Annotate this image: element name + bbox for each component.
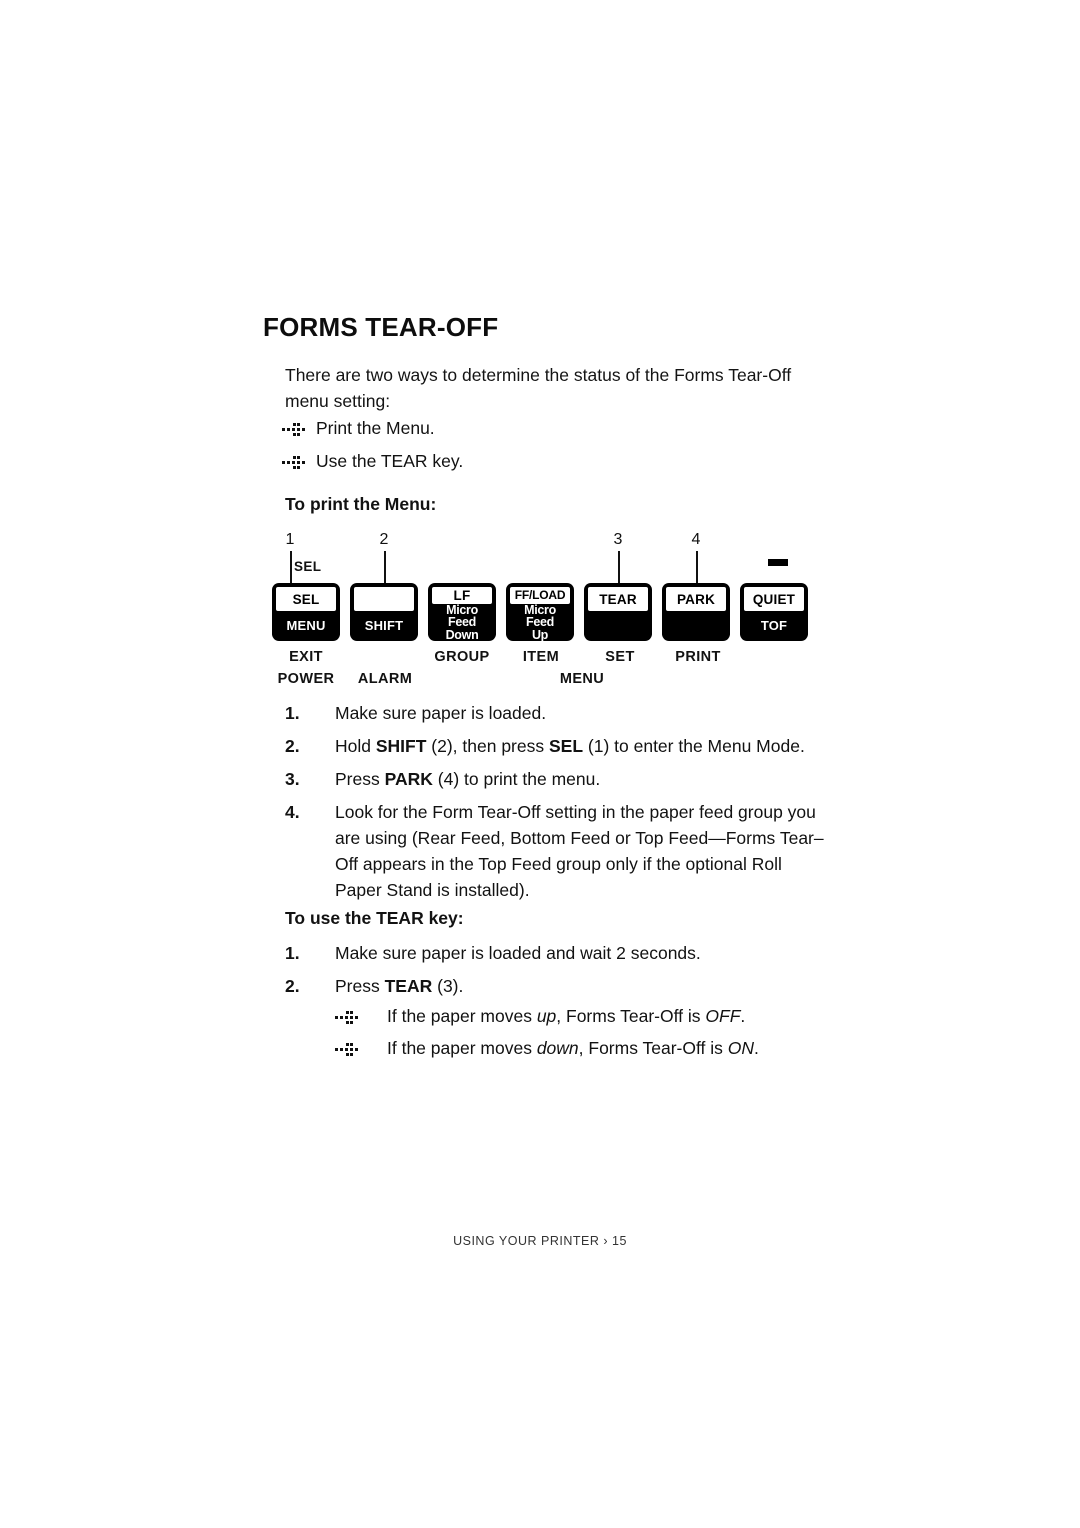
arrow-bullet-icon [335,1004,387,1024]
list-item: If the paper moves up, Forms Tear-Off is… [335,1004,745,1028]
list-item: 3. Press PARK (4) to print the menu. [285,766,830,792]
panel-labels-row-2: POWER ALARM MENU [272,671,817,691]
list-item-number: 4. [285,802,300,822]
tof-indicator-led [768,559,788,566]
list-item-number: 2. [285,976,300,996]
list-item-number: 3. [285,769,300,789]
list-item: 4. Look for the Form Tear-Off setting in… [285,799,830,903]
panel-button-primary-label: SEL [276,587,336,611]
panel-labels-row-1: EXIT GROUP ITEM SET PRINT [272,649,817,669]
subheading-print-menu: To print the Menu: [285,494,437,514]
list-item-text: Press PARK (4) to print the menu. [335,769,601,789]
callout-number: 3 [613,531,623,548]
panel-button[interactable]: FF/LOAD Micro Feed Up [506,583,574,641]
panel-function-label: ITEM [522,649,560,665]
callout-number: 4 [691,531,701,548]
panel-function-label: ALARM [357,671,413,687]
arrow-bullet-icon [282,449,316,469]
page-title: FORMS TEAR-OFF [263,312,499,342]
callout-number: 1 [285,531,295,548]
list-item-text: Look for the Form Tear-Off setting in th… [335,802,824,900]
arrow-bullet-icon [335,1036,387,1056]
list-item: Use the TEAR key. [282,449,463,473]
panel-button[interactable]: QUIET TOF [740,583,808,641]
callout-number: 2 [379,531,389,548]
list-item-number: 2. [285,736,300,756]
list-item-number: 1. [285,943,300,963]
button-row: SEL MENU SHIFT LF Micro Feed Down FF/LOAD Micro… [272,583,808,641]
panel-function-label: PRINT [675,649,721,665]
subheading-tear-key: To use the TEAR key: [285,908,464,928]
arrow-bullet-icon [282,416,316,436]
intro-paragraph: There are two ways to determine the stat… [285,365,792,411]
list-item-label: Print the Menu. [316,418,435,438]
page-footer: USING YOUR PRINTER › 15 [453,1234,627,1248]
list-item-label: Use the TEAR key. [316,451,464,471]
panel-button-secondary-label: SHIFT [364,617,404,633]
panel-button-secondary-label: MENU [286,617,326,633]
list-item-text: Make sure paper is loaded and wait 2 sec… [335,943,701,963]
document-page: FORMS TEAR-OFF There are two ways to det… [0,0,1080,1528]
panel-button[interactable]: PARK [662,583,730,641]
panel-button-secondary-label: TOF [760,617,788,633]
list-item-number: 1. [285,703,300,723]
panel-button[interactable]: SHIFT [350,583,418,641]
panel-button-primary-label: LF [432,587,492,604]
panel-button[interactable]: LF Micro Feed Down [428,583,496,641]
sel-indicator-label: SEL [294,559,322,574]
panel-button-primary-label: QUIET [744,587,804,611]
panel-function-label: MENU [559,671,605,687]
panel-button-secondary-label [666,611,726,641]
list-item: Print the Menu. [282,416,435,440]
panel-function-label: POWER [277,671,335,687]
panel-button-secondary-label: Micro Feed Down [445,602,479,642]
list-item: 2. Press TEAR (3). [285,973,830,999]
list-item: If the paper moves down, Forms Tear-Off … [335,1036,759,1060]
panel-button-primary-label: PARK [666,587,726,611]
list-item-text: Press TEAR (3). [335,976,464,996]
panel-button-primary-label: FF/LOAD [510,587,570,604]
panel-button-secondary-label: Micro Feed Up [524,602,556,642]
panel-button-primary-label [354,587,414,611]
panel-button[interactable]: SEL MENU [272,583,340,641]
list-item: 2. Hold SHIFT (2), then press SEL (1) to… [285,733,830,759]
list-item-text: Make sure paper is loaded. [335,703,547,723]
list-item-label: If the paper moves down, Forms Tear-Off … [387,1038,759,1058]
panel-function-label: EXIT [289,649,323,665]
control-panel-diagram: 1234 SEL SEL MENU SHIFT LF Micro Feed Down FF/… [272,531,817,691]
panel-button-primary-label: TEAR [588,587,648,611]
panel-button-secondary-label [588,611,648,641]
list-item: 1. Make sure paper is loaded. [285,700,830,726]
list-item-label: If the paper moves up, Forms Tear-Off is… [387,1006,746,1026]
list-item-text: Hold SHIFT (2), then press SEL (1) to en… [335,736,805,756]
list-item: 1. Make sure paper is loaded and wait 2 … [285,940,830,966]
panel-function-label: SET [605,649,635,665]
panel-function-label: GROUP [434,649,490,665]
panel-button[interactable]: TEAR [584,583,652,641]
